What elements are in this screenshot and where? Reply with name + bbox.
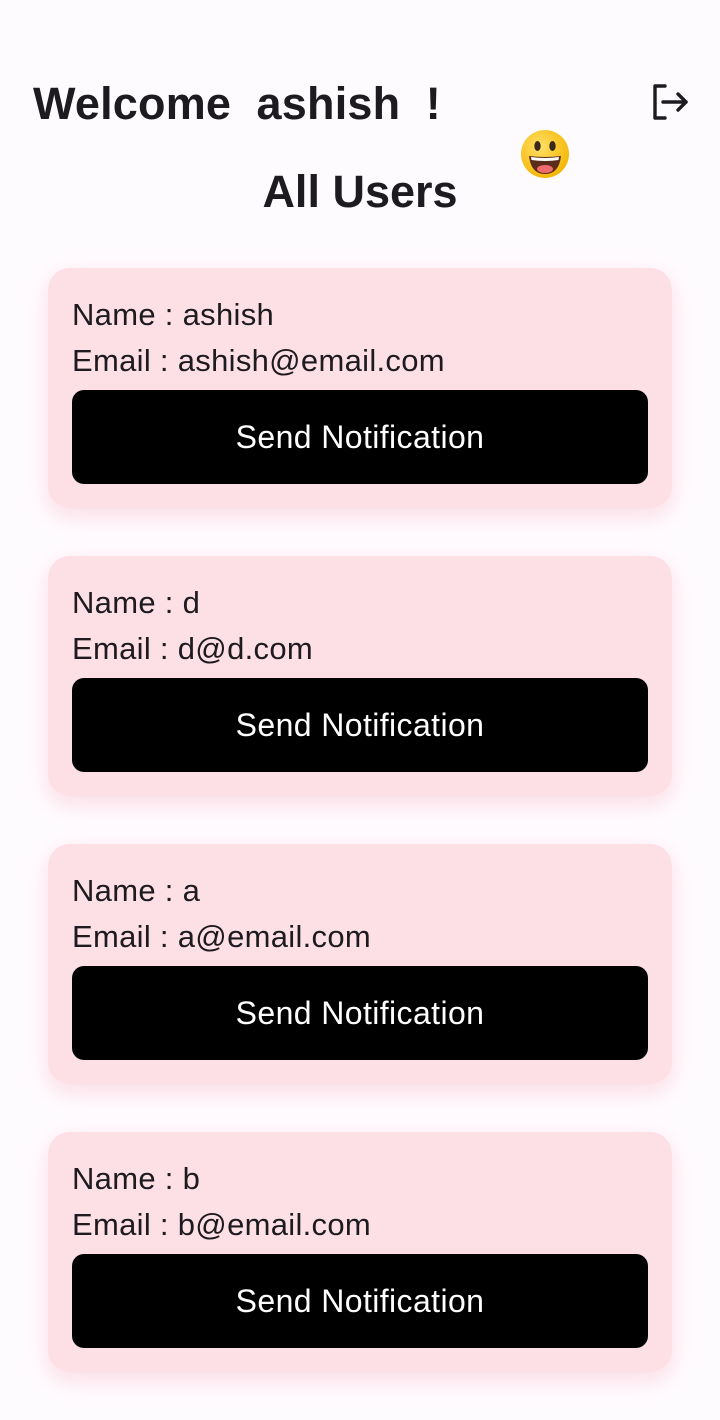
user-card: Name : b Email : b@email.com Send Notifi… bbox=[48, 1132, 672, 1372]
welcome-text: Welcome ashish ! bbox=[33, 78, 441, 129]
send-notification-button[interactable]: Send Notification bbox=[72, 1254, 648, 1348]
user-card: Name : d Email : d@d.com Send Notificati… bbox=[48, 556, 672, 796]
app-bar: Welcome ashish ! bbox=[0, 0, 720, 178]
user-card: Name : a Email : a@email.com Send Notifi… bbox=[48, 844, 672, 1084]
user-card: Name : ashish Email : ashish@email.com S… bbox=[48, 268, 672, 508]
send-notification-button[interactable]: Send Notification bbox=[72, 390, 648, 484]
user-email: Email : a@email.com bbox=[72, 919, 372, 954]
logout-button[interactable] bbox=[646, 80, 694, 128]
user-list: Name : ashish Email : ashish@email.com S… bbox=[48, 268, 672, 1420]
send-notification-button[interactable]: Send Notification bbox=[72, 678, 648, 772]
user-name: Name : d bbox=[72, 585, 201, 620]
welcome-heading: Welcome ashish ! bbox=[33, 76, 570, 178]
smiling-face-emoji-icon bbox=[443, 76, 570, 178]
send-notification-button[interactable]: Send Notification bbox=[72, 966, 648, 1060]
user-name: Name : a bbox=[72, 873, 201, 908]
logout-icon bbox=[648, 80, 692, 129]
user-email: Email : d@d.com bbox=[72, 631, 313, 666]
user-name: Name : b bbox=[72, 1161, 201, 1196]
page-title: All Users bbox=[262, 166, 458, 217]
user-email: Email : b@email.com bbox=[72, 1207, 372, 1242]
user-name: Name : ashish bbox=[72, 297, 275, 332]
user-email: Email : ashish@email.com bbox=[72, 343, 445, 378]
